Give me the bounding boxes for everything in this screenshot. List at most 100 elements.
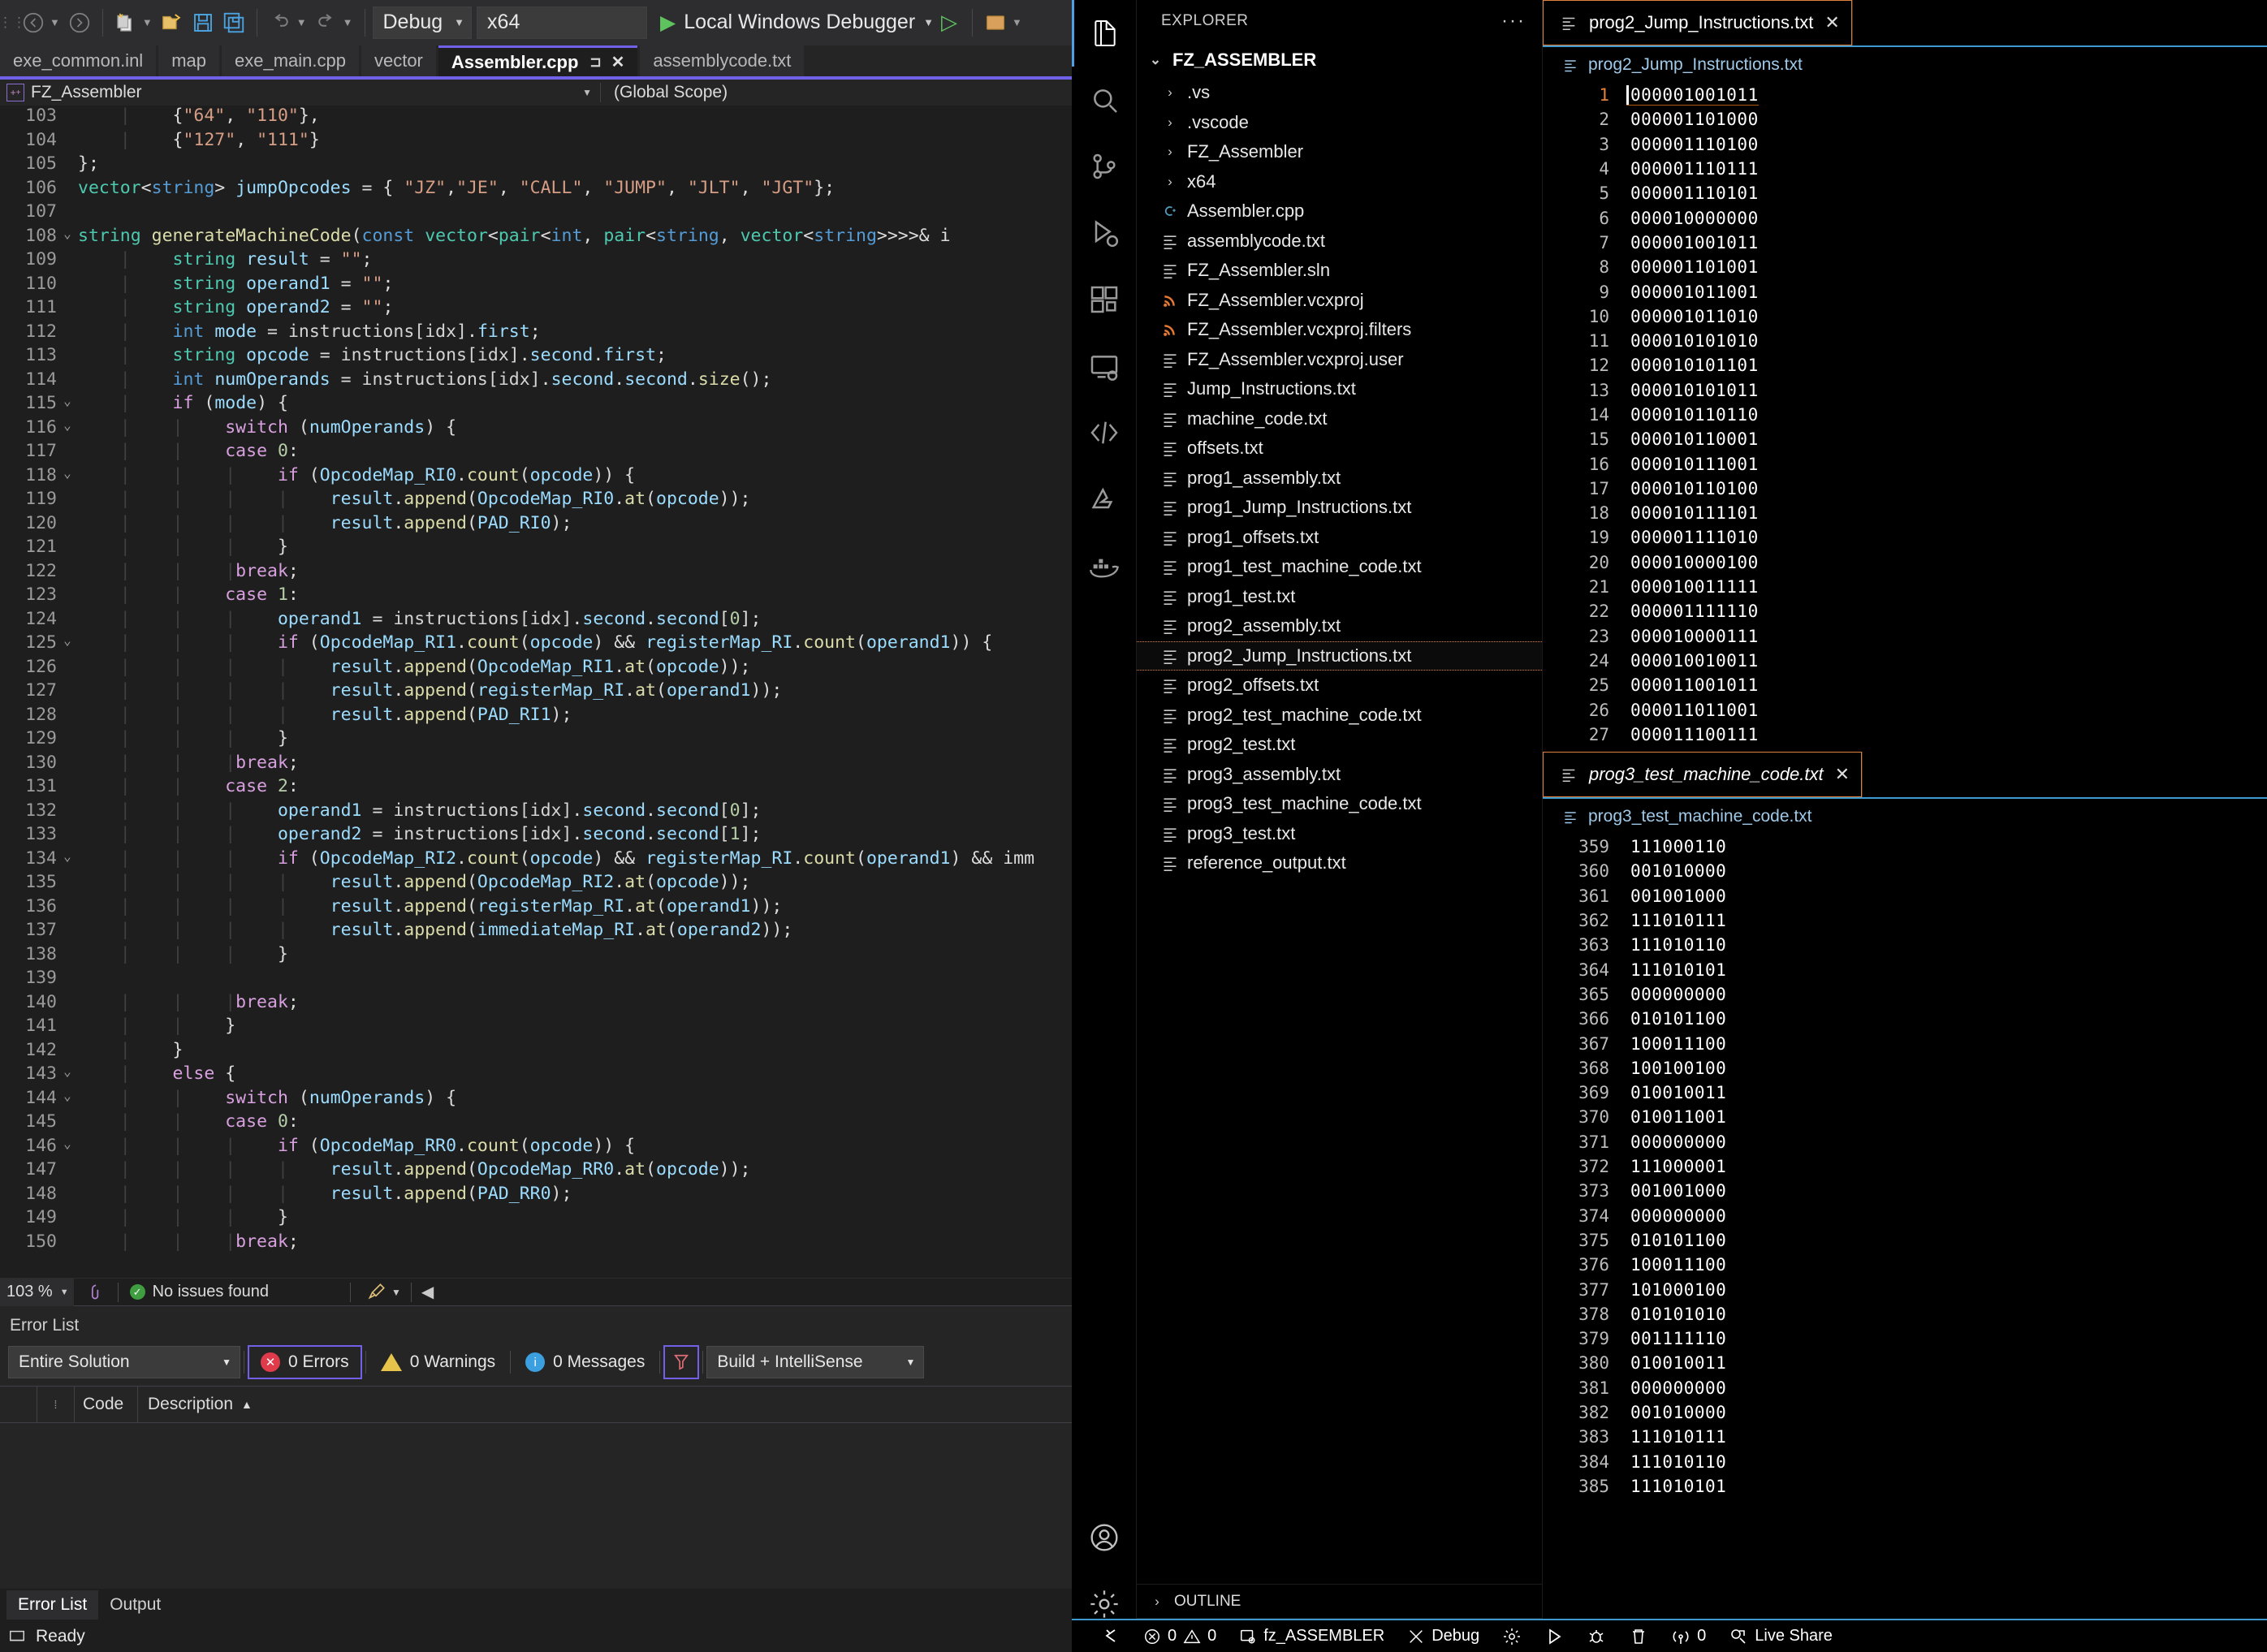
file-tree-item--vscode[interactable]: › .vscode bbox=[1137, 108, 1542, 138]
back-arrow-icon[interactable] bbox=[18, 6, 49, 40]
problems-indicator[interactable]: 0 0 bbox=[1132, 1627, 1228, 1646]
run-without-debug-icon[interactable]: ▷ bbox=[934, 6, 965, 40]
radio-tower-indicator[interactable]: 0 bbox=[1660, 1627, 1717, 1646]
file-tree-item-prog2-jump-instructions-txt[interactable]: prog2_Jump_Instructions.txt bbox=[1137, 641, 1542, 671]
new-item-icon[interactable] bbox=[110, 6, 141, 40]
fold-toggle-icon[interactable]: ⌄ bbox=[57, 1088, 78, 1112]
project-selector[interactable]: + + FZ_Assembler ▼ bbox=[0, 83, 601, 102]
panel-tab-error-list[interactable]: Error List bbox=[6, 1590, 99, 1620]
configuration-combo[interactable]: Debug ▼ bbox=[372, 6, 473, 39]
chevron-down-icon[interactable]: ▼ bbox=[391, 1287, 401, 1298]
bug-icon[interactable] bbox=[1575, 1627, 1617, 1646]
build-source-combo[interactable]: Build + IntelliSense ▼ bbox=[706, 1346, 925, 1378]
play-icon[interactable] bbox=[1533, 1627, 1575, 1646]
brush-icon[interactable] bbox=[361, 1282, 391, 1303]
redo-icon[interactable] bbox=[311, 6, 342, 40]
source-control-icon[interactable] bbox=[1072, 133, 1137, 200]
open-file-icon[interactable] bbox=[157, 6, 188, 40]
explorer-icon[interactable] bbox=[1071, 0, 1137, 67]
file-tree-item-prog2-offsets-txt[interactable]: prog2_offsets.txt bbox=[1137, 671, 1542, 701]
save-all-icon[interactable] bbox=[218, 6, 249, 40]
editor-content-bottom[interactable]: 359 111000110 360 001010000 361 001001000 362 1… bbox=[1543, 835, 2267, 1499]
tab-prog2-jump-instructions[interactable]: prog2_Jump_Instructions.txt ✕ bbox=[1543, 0, 1852, 45]
file-tree-item-prog3-test-machine-code-txt[interactable]: prog3_test_machine_code.txt bbox=[1137, 789, 1542, 819]
file-tree-item-fz-assembler-vcxproj-filters[interactable]: FZ_Assembler.vcxproj.filters bbox=[1137, 315, 1542, 345]
code-editor[interactable]: 103 | {"64", "110"}, 104 | {"127", "111"}… bbox=[0, 106, 1072, 1278]
vs-tab-vector[interactable]: vector bbox=[361, 45, 436, 76]
file-tree-item-prog1-test-machine-code-txt[interactable]: prog1_test_machine_code.txt bbox=[1137, 552, 1542, 582]
vs-tab-exe-main-cpp[interactable]: exe_main.cpp bbox=[221, 45, 359, 76]
filter-icon[interactable] bbox=[663, 1345, 700, 1379]
undo-dropdown-icon[interactable]: ▼ bbox=[296, 6, 311, 40]
run-debug-icon[interactable] bbox=[1072, 200, 1137, 266]
file-tree-item-machine-code-txt[interactable]: machine_code.txt bbox=[1137, 404, 1542, 434]
vs-tab-assemblycode-txt[interactable]: assemblycode.txt bbox=[640, 45, 805, 76]
breadcrumb-bottom[interactable]: prog3_test_machine_code.txt bbox=[1543, 799, 2267, 835]
messages-filter-button[interactable]: i 0 Messages bbox=[514, 1345, 656, 1379]
file-tree-item-fz-assembler-vcxproj-user[interactable]: FZ_Assembler.vcxproj.user bbox=[1137, 345, 1542, 375]
chevron-down-icon[interactable]: ▼ bbox=[923, 16, 934, 28]
fold-toggle-icon[interactable]: ⌄ bbox=[57, 1136, 78, 1160]
warnings-filter-button[interactable]: 0 Warnings bbox=[369, 1345, 507, 1379]
start-debug-button[interactable]: ▶ Local Windows Debugger ▼ bbox=[652, 11, 934, 35]
file-tree-item-prog2-test-machine-code-txt[interactable]: prog2_test_machine_code.txt bbox=[1137, 701, 1542, 731]
back-dropdown-icon[interactable]: ▼ bbox=[49, 6, 64, 40]
file-tree-item-jump-instructions-txt[interactable]: Jump_Instructions.txt bbox=[1137, 374, 1542, 404]
collapse-left-icon[interactable]: ◀ bbox=[421, 1282, 434, 1302]
fold-toggle-icon[interactable]: ⌄ bbox=[57, 848, 78, 873]
file-tree-item-prog2-assembly-txt[interactable]: prog2_assembly.txt bbox=[1137, 611, 1542, 641]
debug-config-indicator[interactable]: Debug bbox=[1396, 1627, 1491, 1646]
file-tree-item-prog2-test-txt[interactable]: prog2_test.txt bbox=[1137, 730, 1542, 760]
close-icon[interactable]: ✕ bbox=[1824, 12, 1839, 33]
file-tree-item-prog1-jump-instructions-txt[interactable]: prog1_Jump_Instructions.txt bbox=[1137, 493, 1542, 523]
close-icon[interactable]: ✕ bbox=[611, 52, 625, 72]
file-tree-item-fz-assembler[interactable]: › FZ_Assembler bbox=[1137, 137, 1542, 167]
search-icon[interactable] bbox=[1072, 67, 1137, 133]
outline-section[interactable]: › OUTLINE bbox=[1137, 1584, 1543, 1618]
vs-tab-map[interactable]: map bbox=[158, 45, 219, 76]
fold-toggle-icon[interactable]: ⌄ bbox=[57, 417, 78, 442]
gear-icon[interactable] bbox=[1491, 1627, 1533, 1646]
ellipsis-icon[interactable]: ··· bbox=[1501, 10, 1526, 32]
errors-filter-button[interactable]: ✕ 0 Errors bbox=[248, 1345, 362, 1379]
editor-content-top[interactable]: 1 000001001011 2 000001101000 3 000001110100 4… bbox=[1543, 83, 2267, 747]
file-tree-item-offsets-txt[interactable]: offsets.txt bbox=[1137, 433, 1542, 464]
file-tree-item-prog1-assembly-txt[interactable]: prog1_assembly.txt bbox=[1137, 464, 1542, 494]
remote-explorer-icon[interactable] bbox=[1072, 333, 1137, 399]
file-tree-item-fz-assembler-vcxproj[interactable]: FZ_Assembler.vcxproj bbox=[1137, 286, 1542, 316]
fold-toggle-icon[interactable]: ⌄ bbox=[57, 1063, 78, 1088]
redo-dropdown-icon[interactable]: ▼ bbox=[342, 6, 357, 40]
panel-tab-output[interactable]: Output bbox=[98, 1590, 172, 1620]
close-icon[interactable]: ✕ bbox=[1835, 764, 1850, 785]
vs-tab-assembler-cpp[interactable]: Assembler.cpp ⊐ ✕ bbox=[438, 45, 638, 76]
file-tree-item-assembler-cpp[interactable]: Assembler.cpp bbox=[1137, 196, 1542, 226]
undo-icon[interactable] bbox=[265, 6, 296, 40]
column-code[interactable]: Code bbox=[75, 1386, 138, 1423]
save-icon[interactable] bbox=[188, 6, 218, 40]
window-layout-icon[interactable] bbox=[980, 6, 1011, 40]
forward-arrow-icon[interactable] bbox=[64, 6, 95, 40]
scope-combo[interactable]: Entire Solution ▼ bbox=[8, 1346, 240, 1378]
breadcrumb-top[interactable]: prog2_Jump_Instructions.txt bbox=[1543, 47, 2267, 83]
fold-toggle-icon[interactable]: ⌄ bbox=[57, 393, 78, 417]
remote-window-icon[interactable] bbox=[1090, 1627, 1132, 1646]
file-tree-item-reference-output-txt[interactable]: reference_output.txt bbox=[1137, 848, 1542, 878]
column-description[interactable]: Description ▲ bbox=[138, 1386, 253, 1423]
docker-icon[interactable] bbox=[1072, 533, 1137, 599]
fold-toggle-icon[interactable]: ⌄ bbox=[57, 632, 78, 657]
issues-indicator[interactable]: ✓ No issues found bbox=[123, 1283, 269, 1301]
file-tree-item-assemblycode-txt[interactable]: assemblycode.txt bbox=[1137, 226, 1542, 257]
zoom-combo[interactable]: 103 % ▼ bbox=[0, 1278, 74, 1306]
account-icon[interactable] bbox=[1072, 1504, 1137, 1571]
file-tree-item-prog1-offsets-txt[interactable]: prog1_offsets.txt bbox=[1137, 523, 1542, 553]
pen-icon[interactable] bbox=[74, 1282, 113, 1303]
platform-combo[interactable]: x64 bbox=[477, 6, 648, 39]
fold-toggle-icon[interactable]: ⌄ bbox=[57, 226, 78, 250]
file-tree-item--vs[interactable]: › .vs bbox=[1137, 78, 1542, 108]
file-tree-item-prog3-assembly-txt[interactable]: prog3_assembly.txt bbox=[1137, 760, 1542, 790]
file-tree-item-x64[interactable]: › x64 bbox=[1137, 167, 1542, 197]
toolbar-grip[interactable]: ⋮⋮ bbox=[0, 8, 26, 37]
trash-icon[interactable] bbox=[1617, 1627, 1660, 1646]
source-control-branch[interactable]: fz_ASSEMBLER bbox=[1228, 1627, 1396, 1646]
pin-icon[interactable]: ⊐ bbox=[589, 54, 601, 71]
